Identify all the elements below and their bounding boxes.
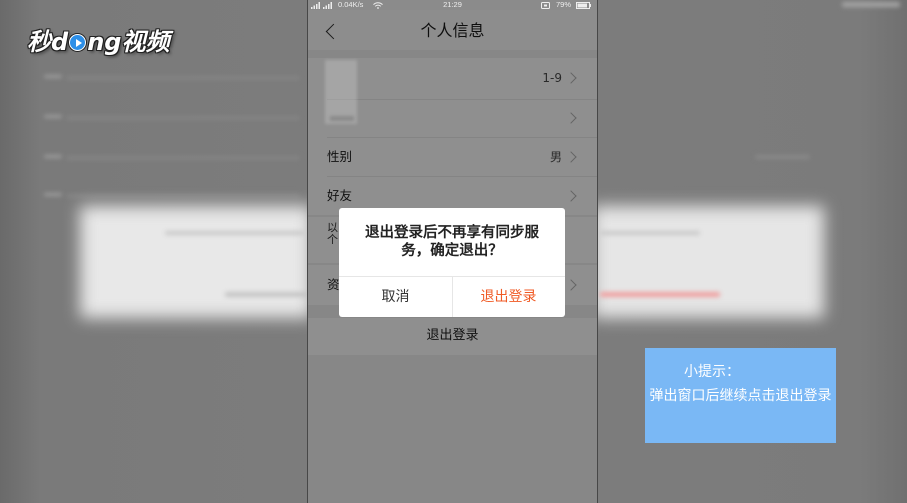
- battery-percent: 79%: [556, 0, 572, 9]
- blurred-text-streak: [165, 231, 305, 235]
- blurred-red-text-streak: [600, 292, 720, 297]
- battery-icon: [576, 1, 591, 9]
- cancel-button[interactable]: 取消: [339, 277, 452, 317]
- logout-confirm-dialog: 退出登录后不再享有同步服务，确定退出？ 取消 退出登录: [339, 208, 565, 317]
- blurred-nickname-text: [330, 116, 354, 121]
- blurred-avatar: [325, 60, 357, 124]
- play-circle-icon: [69, 34, 87, 51]
- confirm-logout-button[interactable]: 退出登录: [452, 277, 565, 317]
- phone-screen: 0.04K/s 21:29 79% 个人信息 1-9 性别 男 好友 以 个 资…: [307, 0, 598, 503]
- status-bar: 0.04K/s 21:29 79%: [308, 0, 597, 10]
- blurred-row-streak: [44, 75, 62, 78]
- dialog-message: 退出登录后不再享有同步服务，确定退出？: [339, 208, 565, 276]
- status-time: 21:29: [443, 0, 462, 9]
- blurred-row-streak: [66, 156, 300, 160]
- tip-title: 小提示：: [684, 364, 740, 380]
- blurred-row-streak: [66, 76, 300, 80]
- blurred-top-streak: [842, 2, 900, 7]
- blurred-text-streak: [225, 292, 310, 297]
- logo-text-prefix: 秒d: [27, 28, 69, 56]
- logo-text-suffix: ng视频: [87, 28, 170, 56]
- blurred-row-streak: [66, 194, 300, 198]
- tip-box: 小提示： 弹出窗口后继续点击退出登录: [645, 348, 836, 443]
- blurred-dialog-band-left: [80, 206, 312, 318]
- blurred-row-streak: [44, 155, 62, 158]
- blurred-row-streak: [755, 155, 810, 159]
- dialog-message-text: 退出登录后不再享有同步服务，确定退出？: [365, 225, 539, 259]
- status-indicator-icon: [541, 1, 550, 9]
- blurred-dialog-band-right: [592, 206, 824, 318]
- blurred-row-streak: [66, 116, 300, 120]
- blurred-row-streak: [44, 115, 62, 118]
- blurred-text-streak: [600, 231, 700, 235]
- dialog-actions: 取消 退出登录: [339, 276, 565, 317]
- blurred-row-streak: [44, 193, 62, 196]
- video-logo-watermark: 秒d ng视频: [27, 26, 169, 58]
- tip-body: 弹出窗口后继续点击退出登录: [649, 388, 832, 404]
